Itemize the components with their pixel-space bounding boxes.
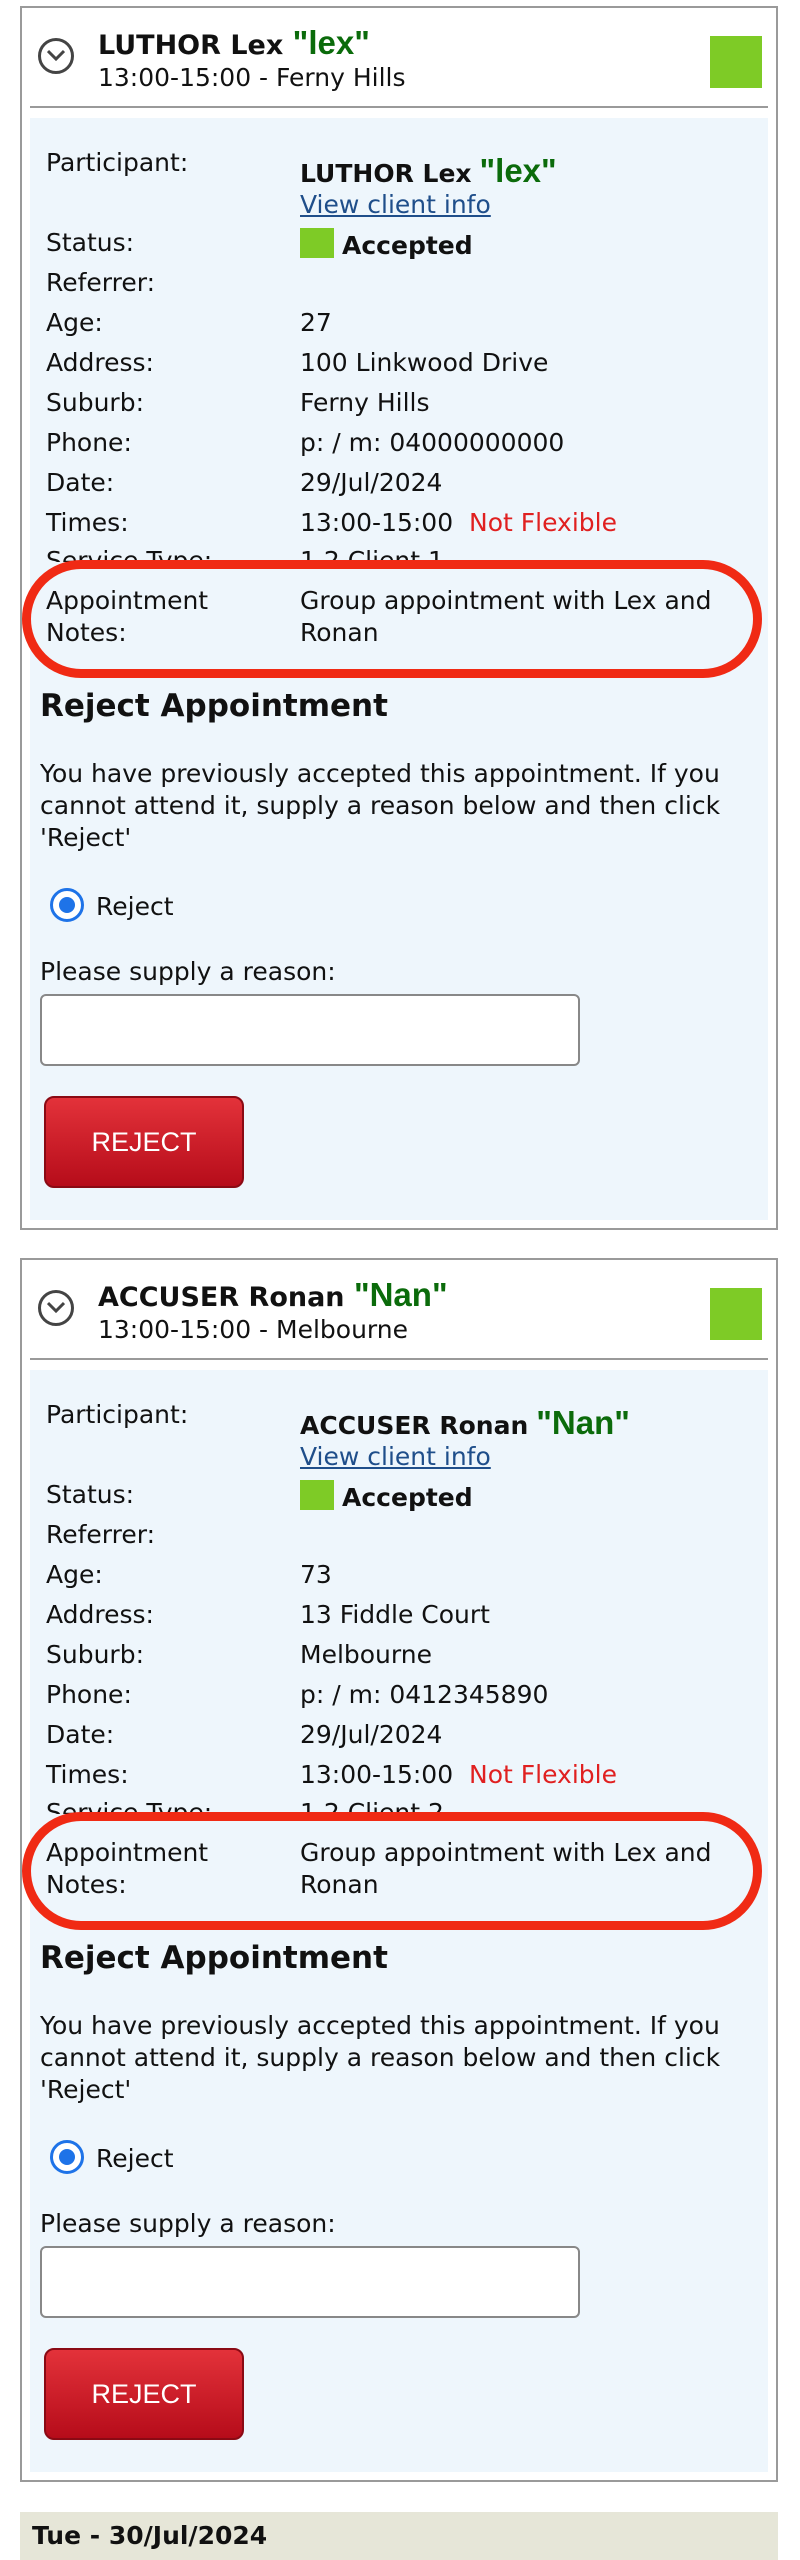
times-text: 13:00-15:00	[300, 508, 454, 537]
status-value: Accepted	[300, 1480, 473, 1512]
header-nickname: "lex"	[292, 24, 370, 61]
times-label: Times:	[46, 508, 129, 537]
header-client-name: LUTHOR Lex "lex"	[98, 24, 370, 62]
times-value: 13:00-15:00 Not Flexible	[300, 508, 617, 537]
reject-instructions-line1: You have previously accepted this appoin…	[40, 2011, 720, 2040]
chevron-down-icon[interactable]	[38, 1290, 74, 1326]
address-label: Address:	[46, 1600, 154, 1629]
age-value: 27	[300, 308, 332, 337]
participant-nickname: "Nan"	[536, 1404, 630, 1441]
status-indicator	[710, 36, 762, 88]
status-text: Accepted	[342, 231, 473, 260]
age-label: Age:	[46, 308, 103, 337]
status-label: Status:	[46, 228, 135, 257]
phone-value: p: / m: 04000000000	[300, 428, 565, 457]
flexibility-text: Not Flexible	[469, 508, 617, 537]
participant-value: LUTHOR Lex "lex"	[300, 152, 557, 190]
referrer-label: Referrer:	[46, 268, 156, 297]
reject-instructions-line1: You have previously accepted this appoin…	[40, 759, 720, 788]
reject-instructions-line2: cannot attend it, supply a reason below …	[40, 791, 721, 820]
suburb-label: Suburb:	[46, 388, 144, 417]
reject-instructions-line2: cannot attend it, supply a reason below …	[40, 2043, 721, 2072]
view-client-info-link[interactable]: View client info	[300, 190, 491, 219]
notes-highlight-circle	[22, 560, 762, 678]
details-panel: Participant: ACCUSER Ronan "Nan" View cl…	[22, 1370, 768, 2472]
reject-button[interactable]: REJECT	[44, 1096, 244, 1188]
times-value: 13:00-15:00 Not Flexible	[300, 1760, 617, 1789]
referrer-label: Referrer:	[46, 1520, 156, 1549]
participant-label: Participant:	[46, 1400, 189, 1429]
address-value: 100 Linkwood Drive	[300, 348, 549, 377]
age-value: 73	[300, 1560, 332, 1589]
participant-label: Participant:	[46, 148, 189, 177]
chevron-down-icon[interactable]	[38, 38, 74, 74]
reject-instructions: You have previously accepted this appoin…	[40, 2010, 740, 2106]
age-label: Age:	[46, 1560, 103, 1589]
status-indicator	[710, 1288, 762, 1340]
view-client-info-link[interactable]: View client info	[300, 1442, 491, 1471]
reject-radio[interactable]	[50, 888, 84, 922]
reason-label: Please supply a reason:	[40, 957, 336, 986]
reject-radio-label: Reject	[96, 2144, 174, 2173]
reject-instructions-line3: 'Reject'	[40, 2075, 132, 2104]
phone-label: Phone:	[46, 428, 132, 457]
accepted-status-icon	[300, 228, 334, 258]
suburb-value: Melbourne	[300, 1640, 432, 1669]
card-header[interactable]: ACCUSER Ronan "Nan" 13:00-15:00 - Melbou…	[22, 1260, 776, 1360]
details-panel: Participant: LUTHOR Lex "lex" View clien…	[22, 118, 768, 1220]
phone-label: Phone:	[46, 1680, 132, 1709]
status-value: Accepted	[300, 228, 473, 260]
participant-name: ACCUSER Ronan	[300, 1411, 529, 1440]
header-nickname: "Nan"	[353, 1276, 448, 1313]
date-label: Date:	[46, 1720, 115, 1749]
address-value: 13 Fiddle Court	[300, 1600, 490, 1629]
appointment-card: LUTHOR Lex "lex" 13:00-15:00 - Ferny Hil…	[20, 6, 778, 1230]
phone-value: p: / m: 0412345890	[300, 1680, 549, 1709]
header-time-location: 13:00-15:00 - Ferny Hills	[98, 63, 406, 92]
date-value: 29/Jul/2024	[300, 1720, 443, 1749]
address-label: Address:	[46, 348, 154, 377]
divider	[30, 1358, 768, 1360]
appointment-card: ACCUSER Ronan "Nan" 13:00-15:00 - Melbou…	[20, 1258, 778, 2482]
participant-nickname: "lex"	[479, 152, 557, 189]
next-day-header[interactable]: Tue - 30/Jul/2024	[20, 2512, 778, 2560]
suburb-label: Suburb:	[46, 1640, 144, 1669]
reject-heading: Reject Appointment	[40, 688, 388, 724]
reject-radio-label: Reject	[96, 892, 174, 921]
flexibility-text: Not Flexible	[469, 1760, 617, 1789]
card-header[interactable]: LUTHOR Lex "lex" 13:00-15:00 - Ferny Hil…	[22, 8, 776, 108]
reject-instructions: You have previously accepted this appoin…	[40, 758, 740, 854]
reason-textarea[interactable]	[40, 994, 580, 1066]
participant-name: LUTHOR Lex	[300, 159, 472, 188]
status-label: Status:	[46, 1480, 135, 1509]
times-text: 13:00-15:00	[300, 1760, 454, 1789]
accepted-status-icon	[300, 1480, 334, 1510]
divider	[30, 106, 768, 108]
status-text: Accepted	[342, 1483, 473, 1512]
header-name-text: ACCUSER Ronan	[98, 1282, 345, 1313]
participant-value: ACCUSER Ronan "Nan"	[300, 1404, 630, 1442]
times-label: Times:	[46, 1760, 129, 1789]
reject-button[interactable]: REJECT	[44, 2348, 244, 2440]
reason-label: Please supply a reason:	[40, 2209, 336, 2238]
reason-textarea[interactable]	[40, 2246, 580, 2318]
header-name-text: LUTHOR Lex	[98, 30, 284, 61]
date-label: Date:	[46, 468, 115, 497]
header-time-location: 13:00-15:00 - Melbourne	[98, 1315, 408, 1344]
notes-highlight-circle	[22, 1812, 762, 1930]
suburb-value: Ferny Hills	[300, 388, 430, 417]
reject-radio[interactable]	[50, 2140, 84, 2174]
reject-instructions-line3: 'Reject'	[40, 823, 132, 852]
header-client-name: ACCUSER Ronan "Nan"	[98, 1276, 448, 1314]
reject-heading: Reject Appointment	[40, 1940, 388, 1976]
date-value: 29/Jul/2024	[300, 468, 443, 497]
